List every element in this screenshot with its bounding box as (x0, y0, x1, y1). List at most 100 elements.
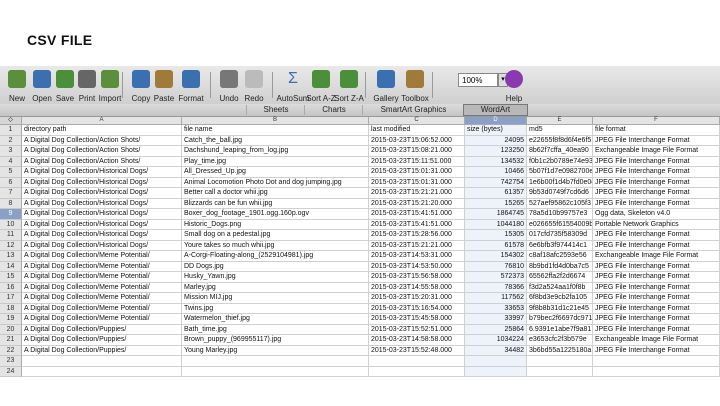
table-cell[interactable]: Ogg data, Skeleton v4.0 (593, 209, 720, 220)
table-cell[interactable]: A Digital Dog Collection/Historical Dogs… (22, 198, 182, 209)
table-cell[interactable]: JPEG File Interchange Format (593, 314, 720, 325)
table-cell[interactable]: A Digital Dog Collection/Meme Potential/ (22, 303, 182, 314)
table-cell[interactable]: DD Dogs.jpg (182, 261, 369, 272)
table-cell[interactable]: 2015-03-23T15:52:48.000 (369, 345, 465, 356)
table-cell[interactable]: file name (182, 125, 369, 136)
table-cell[interactable]: size (bytes) (465, 125, 527, 136)
table-cell[interactable]: 2015-03-23T15:06:52.000 (369, 135, 465, 146)
table-cell[interactable]: 2015-03-23T15:56:58.000 (369, 272, 465, 283)
table-cell[interactable]: 6.9391e1abe7f9a81 (527, 324, 593, 335)
table-cell[interactable]: JPEG File Interchange Format (593, 303, 720, 314)
table-cell[interactable] (527, 356, 593, 367)
row-number[interactable]: 13 (0, 251, 22, 262)
table-cell[interactable]: 25864 (465, 324, 527, 335)
table-cell[interactable]: A Digital Dog Collection/Action Shots/ (22, 135, 182, 146)
table-cell[interactable]: JPEG File Interchange Format (593, 345, 720, 356)
zoom-select[interactable]: 100% (458, 73, 498, 87)
row-number[interactable]: 4 (0, 156, 22, 167)
table-cell[interactable]: 2015-03-23T15:52:51.000 (369, 324, 465, 335)
column-header-f[interactable]: F (593, 117, 720, 124)
table-cell[interactable]: JPEG File Interchange Format (593, 177, 720, 188)
table-cell[interactable]: 24095 (465, 135, 527, 146)
table-cell[interactable]: A Digital Dog Collection/Historical Dogs… (22, 167, 182, 178)
table-cell[interactable]: 1e6b00f1d4b7fd0e0c (527, 177, 593, 188)
table-cell[interactable]: 2015-03-23T15:11:51.000 (369, 156, 465, 167)
ribbon-tab-sheets[interactable]: Sheets (246, 105, 305, 115)
row-number[interactable]: 17 (0, 293, 22, 304)
table-cell[interactable]: 2015-03-23T15:08:21.000 (369, 146, 465, 157)
redo-button[interactable]: Redo (243, 68, 265, 103)
sort-a-z-button[interactable]: Sort A-Z (306, 68, 336, 103)
row-number[interactable]: 20 (0, 324, 22, 335)
table-cell[interactable]: Mission MIJ.jpg (182, 293, 369, 304)
table-cell[interactable]: 15265 (465, 198, 527, 209)
table-cell[interactable] (369, 356, 465, 367)
table-cell[interactable]: 1864745 (465, 209, 527, 220)
table-cell[interactable]: 1034224 (465, 335, 527, 346)
row-number[interactable]: 23 (0, 356, 22, 367)
table-cell[interactable]: A Digital Dog Collection/Meme Potential/ (22, 272, 182, 283)
table-cell[interactable]: 9f8b8b31d1c21e45 (527, 303, 593, 314)
row-number[interactable]: 7 (0, 188, 22, 199)
row-number[interactable]: 10 (0, 219, 22, 230)
table-cell[interactable]: A Digital Dog Collection/Puppies/ (22, 335, 182, 346)
table-cell[interactable]: 78366 (465, 282, 527, 293)
table-cell[interactable]: e026655f61554009b (527, 219, 593, 230)
table-cell[interactable]: 61357 (465, 188, 527, 199)
row-number[interactable]: 15 (0, 272, 22, 283)
table-cell[interactable]: 34482 (465, 345, 527, 356)
row-number[interactable]: 21 (0, 335, 22, 346)
table-cell[interactable]: 2015-03-23T15:45:58.000 (369, 314, 465, 325)
table-cell[interactable]: Better call a doctor whii.jpg (182, 188, 369, 199)
column-header-d[interactable]: D (465, 117, 527, 124)
table-cell[interactable]: 2015-03-23T14:55:58.000 (369, 282, 465, 293)
table-cell[interactable]: 78a5d10b99757e3 (527, 209, 593, 220)
table-cell[interactable]: 2015-03-23T15:21:20.000 (369, 198, 465, 209)
table-cell[interactable]: 8b62f7cffa_40ea90 (527, 146, 593, 157)
table-cell[interactable]: Bath_time.jpg (182, 324, 369, 335)
row-number[interactable]: 9 (0, 209, 22, 220)
table-cell[interactable]: f3d2a524aa1f0f8b (527, 282, 593, 293)
column-header-b[interactable]: B (182, 117, 369, 124)
table-cell[interactable]: JPEG File Interchange Format (593, 282, 720, 293)
table-cell[interactable]: 117562 (465, 293, 527, 304)
table-cell[interactable] (593, 356, 720, 367)
table-cell[interactable]: JPEG File Interchange Format (593, 324, 720, 335)
ribbon-tab-wordart[interactable]: WordArt (463, 104, 528, 116)
row-number[interactable]: 18 (0, 303, 22, 314)
table-cell[interactable]: e22655f8f8d6f4e6f5 (527, 135, 593, 146)
table-cell[interactable] (22, 366, 182, 377)
table-cell[interactable]: md5 (527, 125, 593, 136)
autosum-button[interactable]: Σ AutoSum (277, 68, 310, 103)
row-number[interactable]: 1 (0, 125, 22, 136)
table-cell[interactable]: Dachshund_leaping_from_log.jpg (182, 146, 369, 157)
table-cell[interactable]: A Digital Dog Collection/Meme Potential/ (22, 251, 182, 262)
column-header-c[interactable]: C (369, 117, 465, 124)
table-cell[interactable]: Exchangeable Image File Format (593, 335, 720, 346)
table-cell[interactable]: A Digital Dog Collection/Puppies/ (22, 324, 182, 335)
table-cell[interactable]: 33653 (465, 303, 527, 314)
table-cell[interactable]: 2015-03-23T14:53:50.000 (369, 261, 465, 272)
table-cell[interactable]: JPEG File Interchange Format (593, 188, 720, 199)
table-cell[interactable]: 33997 (465, 314, 527, 325)
table-cell[interactable]: A Digital Dog Collection/Historical Dogs… (22, 230, 182, 241)
table-cell[interactable]: 3b6bd55a1225180a (527, 345, 593, 356)
row-number[interactable]: 16 (0, 282, 22, 293)
table-cell[interactable]: Husky_Yawn.jpg (182, 272, 369, 283)
table-cell[interactable]: e3653cfc2f3b579e (527, 335, 593, 346)
table-cell[interactable]: A Digital Dog Collection/Historical Dogs… (22, 209, 182, 220)
table-cell[interactable] (369, 366, 465, 377)
table-cell[interactable]: 76810 (465, 261, 527, 272)
table-cell[interactable]: Exchangeable Image File Format (593, 146, 720, 157)
table-cell[interactable]: 742754 (465, 177, 527, 188)
toolbox-button[interactable]: Toolbox (401, 68, 429, 103)
row-number[interactable]: 11 (0, 230, 22, 241)
table-cell[interactable]: A Digital Dog Collection/Action Shots/ (22, 146, 182, 157)
table-cell[interactable]: 2015-03-23T14:58:58.000 (369, 335, 465, 346)
table-cell[interactable]: A Digital Dog Collection/Meme Potential/ (22, 293, 182, 304)
format-button[interactable]: Format (178, 68, 204, 103)
column-header-e[interactable]: E (527, 117, 593, 124)
table-cell[interactable]: b79bec2f6697dc971 (527, 314, 593, 325)
table-cell[interactable]: Catch_the_ball.jpg (182, 135, 369, 146)
row-number[interactable]: 2 (0, 135, 22, 146)
